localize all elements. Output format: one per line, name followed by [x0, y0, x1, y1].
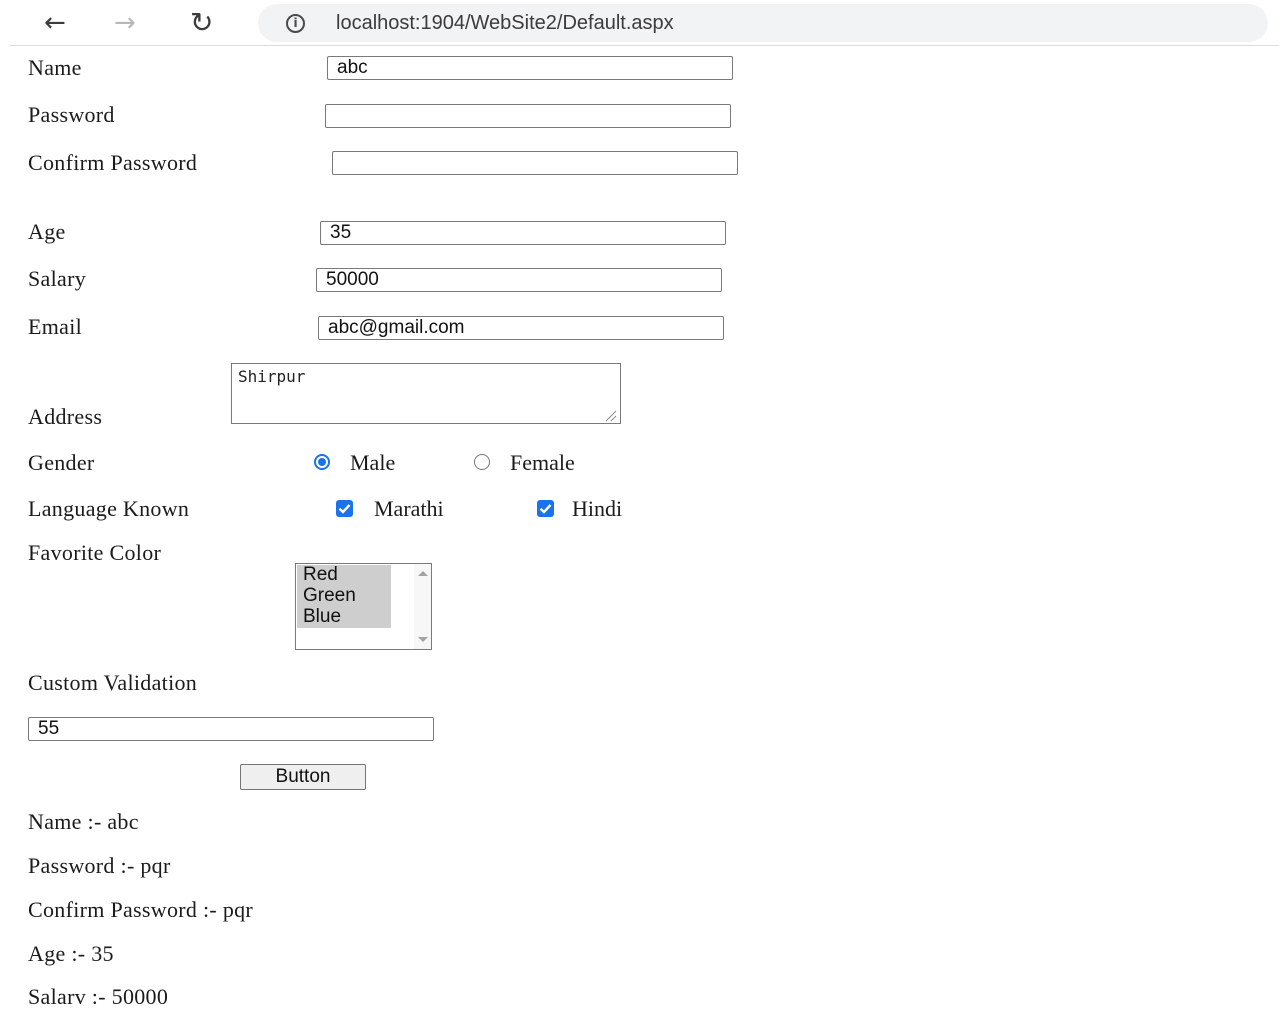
output-password: Password :- pqr — [28, 853, 171, 878]
favorite-color-listbox[interactable]: Red Green Blue — [295, 563, 432, 650]
name-label: Name — [28, 55, 82, 80]
age-label: Age — [28, 219, 66, 244]
checkmark-icon — [539, 504, 552, 514]
gender-label: Gender — [28, 450, 95, 475]
age-input[interactable] — [320, 221, 726, 245]
output-salary: Salarv :- 50000 — [28, 984, 169, 1009]
language-label: Language Known — [28, 496, 190, 521]
info-icon[interactable]: i — [286, 14, 305, 33]
toolbar-divider — [10, 45, 1279, 46]
scroll-down-icon[interactable] — [418, 637, 428, 642]
color-option-blue[interactable]: Blue — [297, 607, 391, 628]
hindi-label[interactable]: Hindi — [572, 496, 622, 522]
gender-female-radio[interactable] — [474, 454, 490, 470]
color-option-red[interactable]: Red — [297, 565, 391, 586]
output-age: Age :- 35 — [28, 941, 114, 966]
output-confirm-password: Confirm Password :- pqr — [28, 897, 254, 922]
favorite-color-label: Favorite Color — [28, 540, 162, 565]
custom-validation-input[interactable] — [28, 717, 434, 741]
email-input[interactable] — [318, 316, 724, 340]
gender-male-label[interactable]: Male — [350, 450, 395, 476]
output-name: Name :- abc — [28, 809, 139, 834]
gender-female-label[interactable]: Female — [510, 450, 575, 476]
color-option-green[interactable]: Green — [297, 586, 391, 607]
custom-validation-label: Custom Validation — [28, 670, 198, 695]
password-label: Password — [28, 102, 115, 127]
confirm-password-label: Confirm Password — [28, 150, 198, 175]
address-textarea[interactable]: Shirpur — [231, 363, 621, 424]
address-label: Address — [28, 404, 103, 429]
listbox-scrollbar[interactable] — [414, 564, 431, 649]
reload-icon[interactable]: ↻ — [190, 4, 213, 42]
url-text[interactable]: localhost:1904/WebSite2/Default.aspx — [336, 10, 674, 36]
address-bar[interactable]: i localhost:1904/WebSite2/Default.aspx — [258, 4, 1268, 42]
password-input[interactable] — [325, 104, 731, 128]
back-arrow-icon[interactable]: ← — [44, 4, 66, 42]
marathi-checkbox[interactable] — [336, 500, 353, 517]
salary-label: Salary — [28, 266, 87, 291]
browser-toolbar: ← → ↻ i localhost:1904/WebSite2/Default.… — [0, 0, 1279, 46]
email-label: Email — [28, 314, 83, 339]
confirm-password-input[interactable] — [332, 151, 738, 175]
marathi-label[interactable]: Marathi — [374, 496, 444, 522]
gender-male-radio[interactable] — [314, 454, 330, 470]
name-input[interactable] — [327, 56, 733, 80]
submit-button[interactable]: Button — [240, 764, 366, 790]
forward-arrow-icon[interactable]: → — [114, 4, 136, 42]
checkmark-icon — [338, 504, 351, 514]
hindi-checkbox[interactable] — [537, 500, 554, 517]
salary-input[interactable] — [316, 268, 722, 292]
scroll-up-icon[interactable] — [418, 571, 428, 576]
